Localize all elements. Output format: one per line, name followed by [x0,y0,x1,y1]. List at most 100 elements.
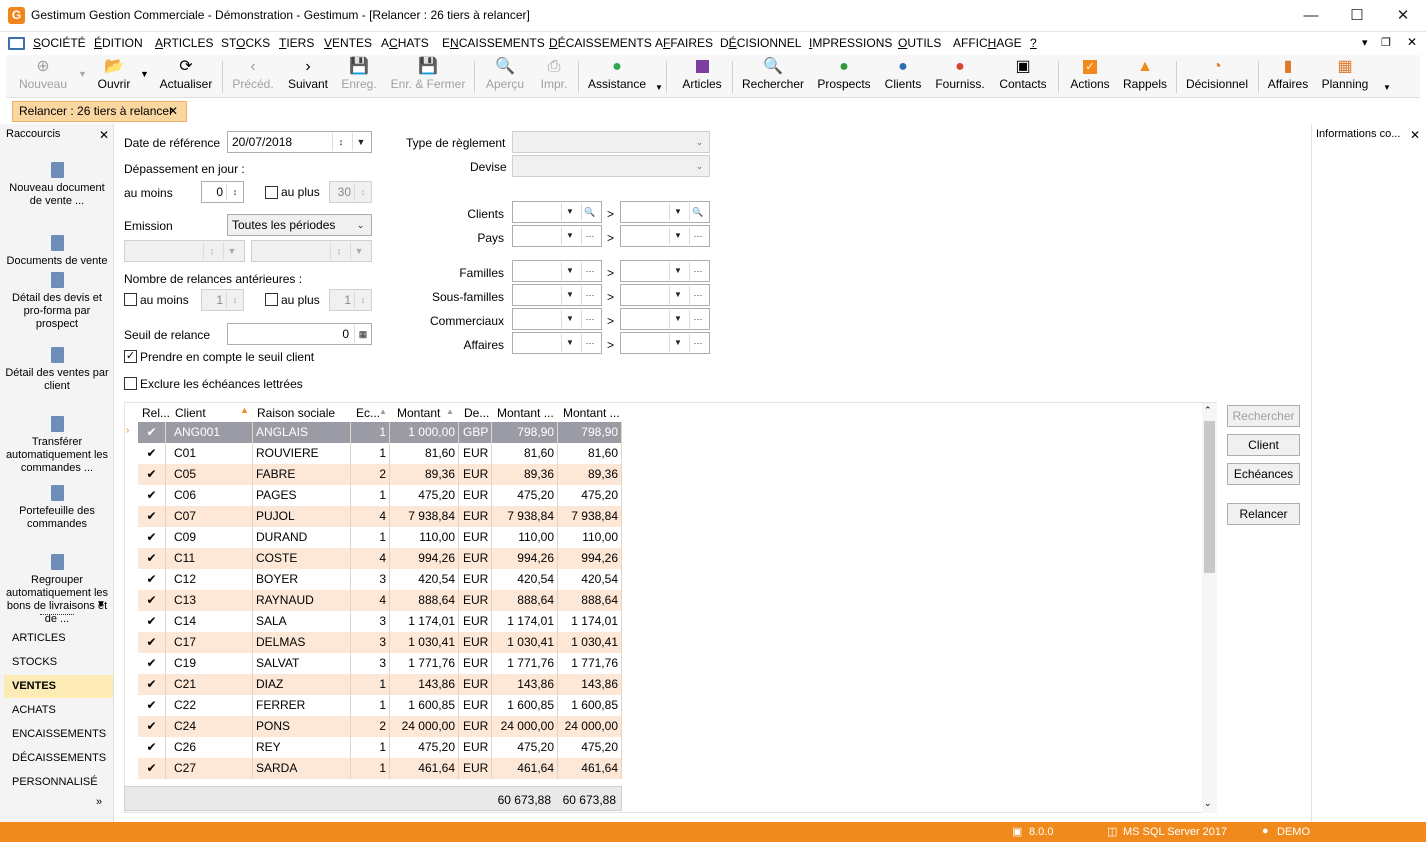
assistance-button[interactable]: ● Assistance [584,55,650,98]
filter-affaires-from-field[interactable]: ▼ ··· [512,332,602,354]
column-header-4[interactable]: Montant [397,406,440,420]
chevron-down-icon[interactable]: ▼ [140,69,149,79]
sidebar-close-icon[interactable]: ✕ [99,128,109,142]
affaires-button[interactable]: ▮ Affaires [1264,55,1312,98]
scrollbar-thumb[interactable] [1204,421,1215,573]
client-button[interactable]: Client [1227,434,1300,456]
emission-end-field[interactable]: ↕ ▼ [251,240,372,262]
table-row[interactable]: ✔ C26 REY 1 475,20 EUR 475,20 475,20 [138,737,622,758]
menu-item-11[interactable]: IMPRESSIONS [809,36,892,50]
devise-select[interactable]: ⌄ [512,155,710,177]
column-header-1[interactable]: Client [175,406,206,420]
column-header-5[interactable]: De... [464,406,489,420]
filter-clients-to-field[interactable]: ▼ 🔍 [620,201,710,223]
column-header-2[interactable]: Raison sociale [257,406,335,420]
tab-close-icon[interactable]: ✕ [168,102,178,121]
column-header-3[interactable]: Ec... [356,406,380,420]
chevron-down-icon[interactable]: ▼ [669,227,686,245]
filter-familles-to-field[interactable]: ▼ ··· [620,260,710,282]
sidebar-nav-ventes[interactable]: VENTES [4,675,113,698]
enregistrer-button[interactable]: 💾 Enreg. [336,55,382,98]
table-row[interactable]: ✔ C05 FABRE 2 89,36 EUR 89,36 89,36 [138,464,622,485]
sidebar-nav-décaissements[interactable]: DÉCAISSEMENTS [4,747,113,770]
shortcut-item[interactable]: Transférer automatiquement les commandes… [0,416,114,475]
filter-familles-from-field[interactable]: ▼ ··· [512,260,602,282]
au-plus-field[interactable]: 30 ↕ [329,181,372,203]
mdi-minimize-icon[interactable]: ▾ [1362,36,1368,49]
splitter-handle[interactable] [40,614,74,615]
au-plus-checkbox[interactable] [265,186,278,199]
sidebar-nav-articles[interactable]: ARTICLES [4,627,113,650]
actualiser-button[interactable]: ⟳ Actualiser [156,55,216,98]
chevron-down-icon[interactable]: ▼ [561,203,578,221]
suivant-button[interactable]: › Suivant [284,55,332,98]
search-icon[interactable]: 🔍 [581,203,598,221]
menu-item-3[interactable]: STOCKS [221,36,270,50]
shortcut-item[interactable]: Regrouper automatiquement les bons de li… [0,554,114,626]
table-row[interactable]: ✔ C11 COSTE 4 994,26 EUR 994,26 994,26 [138,548,622,569]
menu-item-2[interactable]: ARTICLES [155,36,213,50]
rechercher-button[interactable]: Rechercher [1227,405,1300,427]
filter-commerciaux-from-field[interactable]: ▼ ··· [512,308,602,330]
menu-item-14[interactable]: ? [1030,36,1037,50]
chevron-down-icon[interactable]: ⌄ [1204,798,1212,809]
table-row[interactable]: ✔ C21 DIAZ 1 143,86 EUR 143,86 143,86 [138,674,622,695]
grid-scrollbar[interactable]: ⌃ ⌄ [1202,403,1217,813]
prospects-button[interactable]: ● Prospects [814,55,874,98]
spinner-icon[interactable]: ↕ [332,133,349,151]
chevron-up-icon[interactable]: ⌃ [1204,405,1212,416]
more-icon[interactable]: ··· [689,310,706,328]
menu-item-8[interactable]: DÉCAISSEMENTS [549,36,652,50]
more-icon[interactable]: ··· [581,286,598,304]
spinner-icon[interactable]: ↕ [226,291,243,309]
shortcut-item[interactable]: Nouveau document de vente ... [0,162,114,208]
chevron-down-icon[interactable]: ▼ [669,203,686,221]
chevron-down-icon[interactable]: ▼ [561,227,578,245]
chevron-down-icon[interactable]: ▼ [352,133,369,151]
sidebar-nav-achats[interactable]: ACHATS [4,699,113,722]
apercu-button[interactable]: 🔍 Aperçu [480,55,530,98]
search-icon[interactable]: 🔍 [689,203,706,221]
chevron-down-icon[interactable]: ▼ [561,310,578,328]
articles-button[interactable]: Articles [678,55,726,98]
toolbar-overflow-icon[interactable]: ▼ [655,83,663,92]
table-row[interactable]: ✔ C22 FERRER 1 1 600,85 EUR 1 600,85 1 600,85 [138,695,622,716]
fournisseurs-button[interactable]: ● Fourniss. [932,55,988,98]
sort-icon[interactable]: ▲ [379,407,387,416]
sort-icon[interactable]: ▲ [446,407,454,416]
chevron-down-icon[interactable]: ▼ [350,242,367,260]
table-row[interactable]: ✔ C14 SALA 3 1 174,01 EUR 1 174,01 1 174,01 [138,611,622,632]
precedent-button[interactable]: ‹ Précéd. [228,55,278,98]
filter-commerciaux-to-field[interactable]: ▼ ··· [620,308,710,330]
menu-item-7[interactable]: ENCAISSEMENTS [442,36,545,50]
rappels-button[interactable]: ▲ Rappels [1120,55,1170,98]
shortcut-item[interactable]: Documents de vente [0,235,114,268]
imprimer-button[interactable]: ⎙ Impr. [534,55,574,98]
table-row[interactable]: ✔ C24 PONS 2 24 000,00 EUR 24 000,00 24 000,00 [138,716,622,737]
filter-clients-from-field[interactable]: ▼ 🔍 [512,201,602,223]
filter-sous_familles-from-field[interactable]: ▼ ··· [512,284,602,306]
contacts-button[interactable]: ▣ Contacts [994,55,1052,98]
spinner-icon[interactable]: ↕ [226,183,243,201]
chevron-down-icon[interactable]: ▼ [96,599,106,610]
menu-item-10[interactable]: DÉCISIONNEL [720,36,801,50]
more-icon[interactable]: ··· [689,262,706,280]
expand-more-icon[interactable]: » [96,796,102,808]
menu-item-0[interactable]: SOCIÉTÉ [33,36,86,50]
document-tab[interactable]: Relancer : 26 tiers à relancer ✕ [12,101,187,122]
seuil-field[interactable]: 0 ▦ [227,323,372,345]
emission-start-field[interactable]: ↕ ▼ [124,240,245,262]
table-row[interactable]: ✔ C13 RAYNAUD 4 888,64 EUR 888,64 888,64 [138,590,622,611]
mail-icon[interactable] [8,37,25,50]
menu-item-4[interactable]: TIERS [279,36,314,50]
shortcut-item[interactable]: Portefeuille des commandes [0,485,114,531]
rechercher-button[interactable]: 🔍 Rechercher [738,55,808,98]
echeances-button[interactable]: Echéances [1227,463,1300,485]
nb-au-moins-checkbox[interactable] [124,293,137,306]
calculator-icon[interactable]: ▦ [354,325,371,343]
nb-au-plus-field[interactable]: 1 ↕ [329,289,372,311]
table-row[interactable]: ✔ C27 SARDA 1 461,64 EUR 461,64 461,64 [138,758,622,779]
spinner-icon[interactable]: ↕ [354,183,371,201]
nb-au-plus-checkbox[interactable] [265,293,278,306]
filter-sous_familles-to-field[interactable]: ▼ ··· [620,284,710,306]
